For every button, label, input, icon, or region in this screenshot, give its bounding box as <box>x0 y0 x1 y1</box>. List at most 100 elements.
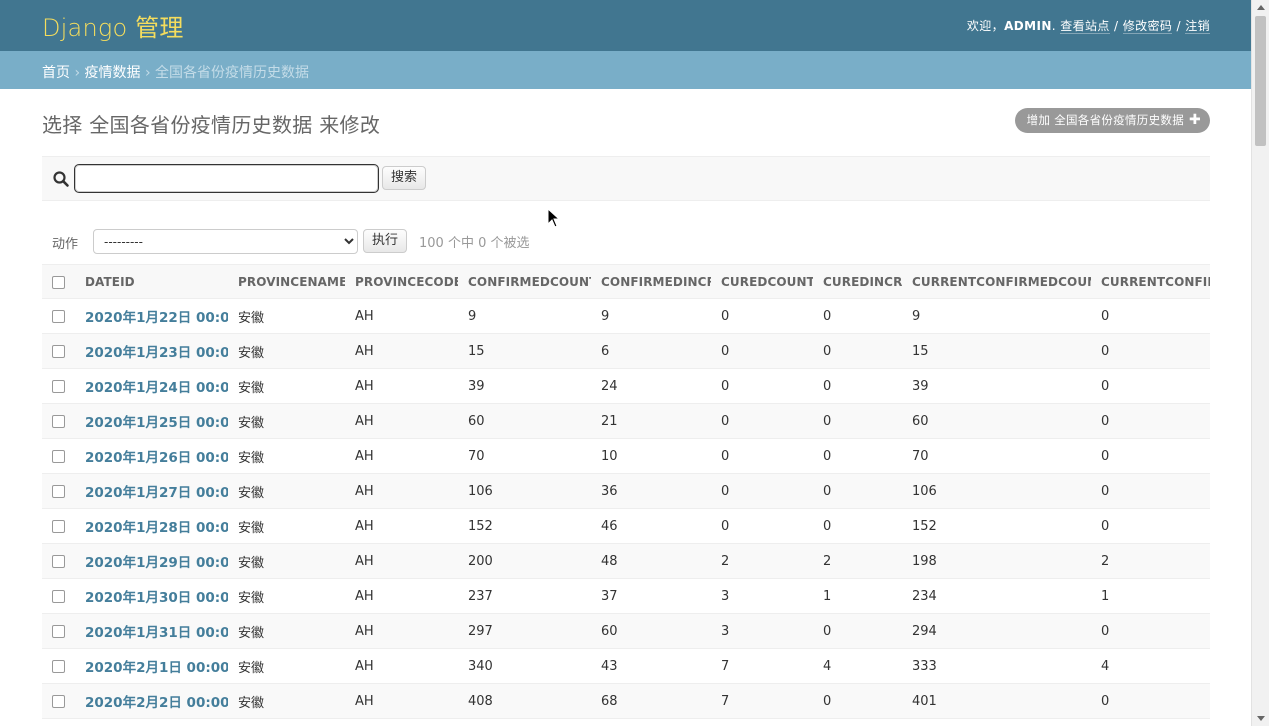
site-branding[interactable]: Django 管理 <box>42 8 184 43</box>
cell-currentconfirmedcount: 70 <box>902 438 1091 474</box>
cell-dateid: 2020年1月25日 00:00 <box>75 403 228 439</box>
cell-currentconfirmedcount: 9 <box>902 298 1091 334</box>
cell-currentconfirmedcount: 333 <box>902 648 1091 684</box>
search-input[interactable] <box>74 164 379 193</box>
cell-curedcount: 0 <box>711 333 813 369</box>
select-all-checkbox[interactable] <box>52 275 65 289</box>
row-link-dateid[interactable]: 2020年1月29日 00:00 <box>85 555 228 571</box>
cell-confirmedincr: 9 <box>591 298 711 334</box>
cell-provincename: 安徽 <box>228 648 345 684</box>
cell-provincename: 安徽 <box>228 333 345 369</box>
column-header-dateid[interactable]: DATEID <box>75 264 228 299</box>
row-checkbox[interactable] <box>52 484 65 498</box>
cell-confirmedcount: 297 <box>458 613 591 649</box>
cell-curedincr: 0 <box>813 333 902 369</box>
view-site-link[interactable]: 查看站点 <box>1060 19 1110 34</box>
column-header-currentconfirmedcount[interactable]: CURRENTCONFIRMEDCOUNT <box>902 264 1091 299</box>
row-link-dateid[interactable]: 2020年1月27日 00:00 <box>85 485 228 501</box>
row-link-dateid[interactable]: 2020年1月28日 00:00 <box>85 520 228 536</box>
row-link-dateid[interactable]: 2020年1月31日 00:00 <box>85 625 228 641</box>
cell-curedincr: 0 <box>813 613 902 649</box>
column-header-provincecode[interactable]: PROVINCECODE <box>345 264 458 299</box>
actions-label: 动作 <box>52 237 79 252</box>
cell-confirmedcount: 408 <box>458 683 591 719</box>
search-toolbar: 搜索 <box>42 156 1210 201</box>
cell-confirmedincr: 24 <box>591 368 711 404</box>
cell-currentconfirmedcount: 60 <box>902 403 1091 439</box>
row-checkbox[interactable] <box>52 309 65 323</box>
selection-counter: 100 个中 0 个被选 <box>419 236 530 251</box>
change-password-link[interactable]: 修改密码 <box>1122 19 1173 34</box>
column-header-confirmedcount[interactable]: CONFIRMEDCOUNT <box>458 264 591 299</box>
cell-curedincr: 2 <box>813 543 902 579</box>
cell-provincename: 安徽 <box>228 403 345 439</box>
row-checkbox-cell <box>42 438 75 474</box>
cell-curedincr: 4 <box>813 648 902 684</box>
cell-currentconfirmedincr: 0 <box>1091 613 1210 649</box>
cell-curedincr: 0 <box>813 683 902 719</box>
column-header-curedcount[interactable]: CUREDCOUNT <box>711 264 813 299</box>
row-checkbox[interactable] <box>52 554 65 568</box>
cell-confirmedcount: 200 <box>458 543 591 579</box>
breadcrumb-app[interactable]: 疫情数据 <box>85 65 141 81</box>
scrollbar[interactable] <box>1251 0 1269 726</box>
cell-confirmedcount: 39 <box>458 368 591 404</box>
table-row: 2020年1月31日 00:00 安徽 AH 297 60 3 0 294 0 <box>42 613 1210 649</box>
action-select[interactable]: --------- <box>93 229 358 254</box>
cell-provincecode: AH <box>345 403 458 439</box>
user-tools: 欢迎，ADMIN. 查看站点 / 修改密码 / 注销 <box>966 19 1210 34</box>
table-row: 2020年2月2日 00:00 安徽 AH 408 68 7 0 401 0 <box>42 683 1210 719</box>
cell-confirmedcount: 15 <box>458 333 591 369</box>
cell-currentconfirmedcount: 15 <box>902 333 1091 369</box>
cell-dateid: 2020年1月29日 00:00 <box>75 543 228 579</box>
scroll-down-arrow-icon[interactable] <box>1257 716 1265 721</box>
row-checkbox[interactable] <box>52 694 65 708</box>
row-checkbox-cell <box>42 298 75 334</box>
cell-confirmedcount: 152 <box>458 508 591 544</box>
row-checkbox[interactable] <box>52 449 65 463</box>
scrollbar-thumb[interactable] <box>1255 16 1266 146</box>
row-link-dateid[interactable]: 2020年1月24日 00:00 <box>85 380 228 396</box>
cell-currentconfirmedincr: 0 <box>1091 298 1210 334</box>
cell-dateid: 2020年1月26日 00:00 <box>75 438 228 474</box>
cell-curedincr: 0 <box>813 368 902 404</box>
cell-confirmedincr: 36 <box>591 473 711 509</box>
column-header-currentconfirmedincr[interactable]: CURRENTCONFIRMEDINCR <box>1091 264 1210 299</box>
breadcrumb-home[interactable]: 首页 <box>42 65 70 81</box>
scroll-up-arrow-icon[interactable] <box>1257 5 1265 10</box>
add-object-button[interactable]: 增加 全国各省份疫情历史数据 ✚ <box>1014 108 1210 133</box>
table-row: 2020年1月29日 00:00 安徽 AH 200 48 2 2 198 2 <box>42 543 1210 579</box>
column-header-confirmedincr[interactable]: CONFIRMEDINCR <box>591 264 711 299</box>
search-button[interactable]: 搜索 <box>382 166 427 190</box>
cell-currentconfirmedcount: 401 <box>902 683 1091 719</box>
cell-confirmedcount: 60 <box>458 403 591 439</box>
cell-provincecode: AH <box>345 648 458 684</box>
column-header-provincename[interactable]: PROVINCENAME <box>228 264 345 299</box>
row-link-dateid[interactable]: 2020年1月30日 00:00 <box>85 590 228 606</box>
cell-provincename: 安徽 <box>228 298 345 334</box>
table-row: 2020年1月28日 00:00 安徽 AH 152 46 0 0 152 0 <box>42 508 1210 544</box>
column-header-curedincr[interactable]: CUREDINCR <box>813 264 902 299</box>
row-link-dateid[interactable]: 2020年2月1日 00:00 <box>85 660 228 676</box>
row-link-dateid[interactable]: 2020年1月22日 00:00 <box>85 310 228 326</box>
cell-currentconfirmedincr: 0 <box>1091 333 1210 369</box>
row-checkbox[interactable] <box>52 414 65 428</box>
row-checkbox[interactable] <box>52 589 65 603</box>
row-link-dateid[interactable]: 2020年1月26日 00:00 <box>85 450 228 466</box>
row-checkbox[interactable] <box>52 379 65 393</box>
cell-confirmedcount: 9 <box>458 298 591 334</box>
row-checkbox-cell <box>42 473 75 509</box>
run-action-button[interactable]: 执行 <box>363 229 408 253</box>
row-link-dateid[interactable]: 2020年2月2日 00:00 <box>85 695 228 711</box>
breadcrumb-separator: › <box>70 65 85 81</box>
logout-link[interactable]: 注销 <box>1185 19 1210 34</box>
row-checkbox-cell <box>42 508 75 544</box>
cell-confirmedincr: 48 <box>591 543 711 579</box>
row-link-dateid[interactable]: 2020年1月25日 00:00 <box>85 415 228 431</box>
row-link-dateid[interactable]: 2020年1月23日 00:00 <box>85 345 228 361</box>
row-checkbox[interactable] <box>52 659 65 673</box>
cell-curedcount: 7 <box>711 683 813 719</box>
row-checkbox[interactable] <box>52 624 65 638</box>
row-checkbox[interactable] <box>52 344 65 358</box>
row-checkbox[interactable] <box>52 519 65 533</box>
